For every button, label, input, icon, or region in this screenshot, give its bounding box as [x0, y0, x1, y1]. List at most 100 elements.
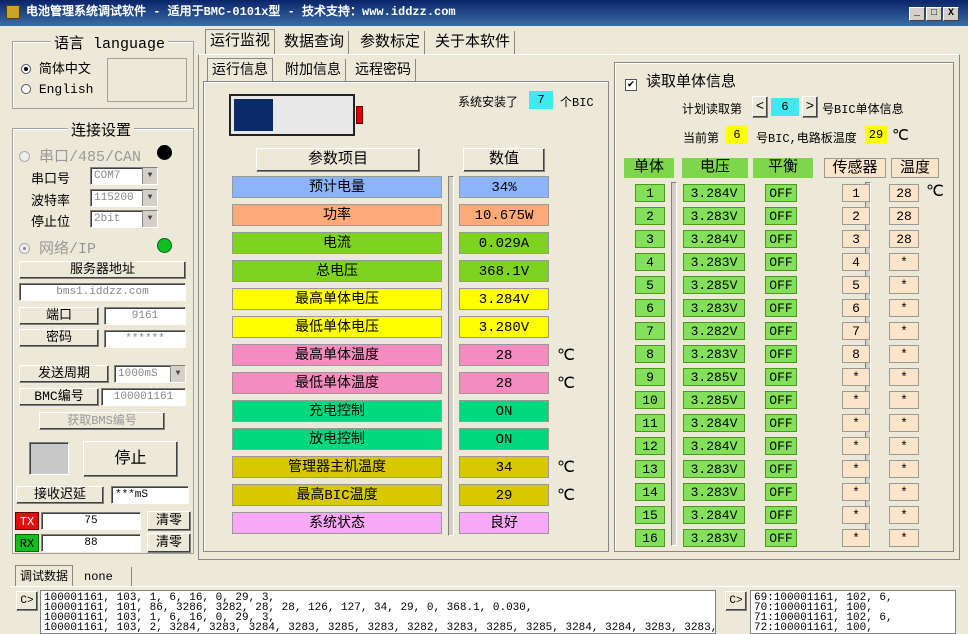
tab-query[interactable]: 数据查询: [280, 31, 350, 55]
cell-sensor: 3: [842, 230, 870, 248]
value-header: 数值: [463, 148, 545, 172]
log-right[interactable]: 69:100001161, 102, 6, 70:100001161, 100, 7…: [750, 590, 956, 634]
tab-monitor[interactable]: 运行监视: [205, 29, 276, 55]
param-name: 电流: [232, 232, 442, 254]
param-unit: ℃: [557, 487, 575, 505]
close-button[interactable]: X: [943, 7, 959, 21]
next-bic-button[interactable]: >: [802, 96, 818, 118]
cell-sensor: *: [842, 529, 870, 547]
col-cell: 单体: [624, 158, 674, 178]
cell-balance: OFF: [765, 276, 797, 294]
param-name: 最高单体电压: [232, 288, 442, 310]
cell-voltage: 3.284V: [683, 437, 745, 455]
param-header: 参数项目: [256, 148, 420, 172]
cell-voltage: 3.283V: [683, 207, 745, 225]
subtab-remote[interactable]: 远程密码: [351, 59, 416, 83]
chevron-left-icon: <: [755, 99, 765, 115]
baud-label: 波特率: [31, 194, 71, 209]
subtab-extra[interactable]: 附加信息: [281, 59, 346, 83]
cell-temp: *: [889, 391, 919, 409]
tx-clear-button[interactable]: 清零: [147, 511, 191, 531]
tab-debug[interactable]: 调试数据: [15, 565, 74, 587]
delay-label: 接收迟延: [16, 486, 104, 504]
cell-number: 14: [635, 483, 665, 501]
stop-button[interactable]: 停止: [83, 441, 178, 477]
param-name: 预计电量: [232, 176, 442, 198]
server-address-input[interactable]: bms1.iddzz.com: [19, 283, 186, 301]
cell-temp: *: [889, 414, 919, 432]
port-select[interactable]: COM7 ▼: [90, 167, 158, 185]
subtab-running[interactable]: 运行信息: [207, 58, 273, 82]
maximize-button[interactable]: □: [926, 7, 942, 21]
cell-temp: *: [889, 529, 919, 547]
bmc-input[interactable]: 100001161: [101, 388, 186, 406]
baud-select[interactable]: 115200 ▼: [90, 189, 158, 207]
param-name: 系统状态: [232, 512, 442, 534]
radio-chinese[interactable]: 简体中文: [21, 58, 91, 77]
cell-voltage: 3.283V: [683, 345, 745, 363]
tab-calibration[interactable]: 参数标定: [356, 31, 426, 55]
param-unit: ℃: [557, 375, 575, 393]
param-value: ON: [459, 400, 549, 422]
bic-panel: ✔ 读取单体信息 计划读取第 < 6 > 号BIC单体信息 当前第 6 号BIC…: [614, 62, 954, 552]
cell-temp: *: [889, 345, 919, 363]
cell-number: 8: [635, 345, 665, 363]
radio-english[interactable]: English: [21, 82, 93, 97]
app-icon: [6, 5, 20, 19]
rx-clear-button[interactable]: 清零: [147, 533, 191, 553]
installed-suffix: 个BIC: [560, 96, 594, 110]
tab-none[interactable]: none: [80, 567, 132, 587]
log-left[interactable]: 100001161, 103, 1, 6, 16, 0, 29, 3, 10000…: [40, 590, 716, 634]
minimize-button[interactable]: _: [909, 7, 925, 21]
cell-voltage: 3.285V: [683, 391, 745, 409]
cell-balance: OFF: [765, 299, 797, 317]
read-cell-checkbox[interactable]: ✔ 读取单体信息: [625, 70, 736, 91]
cell-balance: OFF: [765, 460, 797, 478]
connection-legend: 连接设置: [68, 119, 135, 140]
get-bms-button[interactable]: 获取BMS编号: [39, 412, 165, 430]
port2-input[interactable]: 9161: [104, 307, 186, 325]
param-name: 总电压: [232, 260, 442, 282]
radio-serial[interactable]: 串口/485/CAN: [19, 145, 141, 166]
connection-group: 连接设置 串口/485/CAN 串口号 COM7 ▼ 波特率 115200 ▼ 停止…: [12, 119, 194, 554]
cell-sensor: 6: [842, 299, 870, 317]
period-select[interactable]: 1000mS ▼: [114, 365, 186, 383]
prev-bic-button[interactable]: <: [752, 96, 768, 118]
param-value: 3.284V: [459, 288, 549, 310]
cell-temp: *: [889, 253, 919, 271]
delay-value: ***mS: [111, 486, 189, 504]
param-unit: ℃: [557, 347, 575, 365]
log-line: 100001161, 103, 2, 3284, 3283, 3284, 328…: [44, 622, 716, 634]
temp-unit: ℃: [926, 183, 944, 201]
stopbit-select[interactable]: 2bit ▼: [90, 210, 158, 228]
title-bar: 电池管理系统调试软件 - 适用于BMC-0101x型 - 技术支持：www.id…: [0, 0, 968, 26]
current-prefix: 当前第: [683, 132, 720, 146]
param-value: 良好: [459, 512, 549, 534]
cell-temp: *: [889, 483, 919, 501]
cell-sensor: *: [842, 414, 870, 432]
clear-right-button[interactable]: C>: [725, 591, 747, 611]
network-status-indicator: [157, 238, 172, 253]
password-label: 密码: [19, 329, 99, 347]
cell-temp: 28: [889, 230, 919, 248]
chevron-right-icon: >: [805, 99, 815, 115]
param-value: 28: [459, 344, 549, 366]
status-color-box: [29, 442, 69, 475]
cell-balance: OFF: [765, 368, 797, 386]
running-info-panel: 系统安装了 7 个BIC 参数项目 数值 预计电量 34% 功率 10.675W 电流 0…: [203, 81, 609, 552]
cell-sensor: 2: [842, 207, 870, 225]
cell-balance: OFF: [765, 207, 797, 225]
cell-number: 7: [635, 322, 665, 340]
flag-box: [107, 58, 187, 102]
cell-sensor: 5: [842, 276, 870, 294]
cell-sensor: 4: [842, 253, 870, 271]
cell-voltage: 3.283V: [683, 483, 745, 501]
param-value: 34: [459, 456, 549, 478]
password-input[interactable]: ******: [104, 330, 186, 348]
cell-balance: OFF: [765, 322, 797, 340]
tab-about[interactable]: 关于本软件: [431, 31, 516, 55]
radio-network[interactable]: 网络/IP: [19, 237, 96, 258]
clear-left-button[interactable]: C>: [16, 591, 38, 611]
cell-number: 9: [635, 368, 665, 386]
cell-sensor: 1: [842, 184, 870, 202]
